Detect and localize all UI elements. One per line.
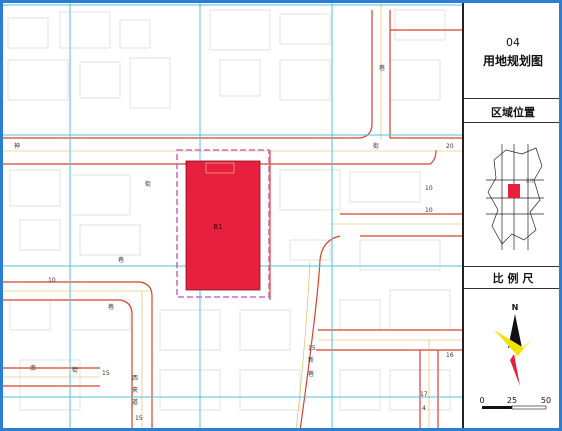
street-label-t20: 巷 — [308, 370, 314, 378]
parcel-b1 — [185, 160, 261, 291]
locator-highlight — [508, 184, 520, 198]
street-label-t2: 街 — [373, 142, 379, 150]
street-label-t15: 西 — [132, 375, 138, 382]
street-label-t14: 15 — [102, 370, 110, 377]
divider — [464, 122, 562, 123]
street-label-t13: 街 — [72, 366, 78, 374]
street-label-t6: 巷 — [379, 64, 385, 72]
map-title: 用地规划图 — [482, 54, 543, 68]
street-label-t23: 4 — [422, 405, 426, 412]
street-label-t7: 街 — [145, 180, 151, 188]
street-label-t19: 新 — [308, 356, 314, 364]
street-label-t22: 17 — [420, 391, 428, 398]
location-heading: 区域位置 — [491, 106, 535, 119]
north-arrow: N — [494, 303, 534, 386]
street-label-t3: 20 — [446, 143, 454, 150]
legend-panel: 04 用地规划图 区域位置 区位 比 例 尺 N 0 25 50 — [462, 0, 562, 431]
divider — [464, 266, 562, 267]
street-label-t9: 10 — [48, 277, 56, 284]
street-label-t11: 15 — [308, 345, 316, 352]
street-label-t16: 夹 — [132, 386, 138, 394]
scale-heading: 比 例 尺 — [492, 272, 534, 285]
street-label-t1: 神 — [14, 142, 20, 150]
divider — [464, 288, 562, 289]
map-canvas: B1 神街 201010巷街巷10巷15南街 15西夹道15新巷16174 — [0, 0, 462, 431]
street-label-t21: 16 — [446, 352, 454, 359]
north-label: N — [512, 303, 519, 312]
scale-tick-50: 50 — [541, 396, 551, 405]
scale-bar: 0 25 50 — [479, 396, 551, 410]
street-label-t4: 10 — [425, 185, 433, 192]
locator-map: 区位 — [486, 144, 544, 250]
street-label-t18: 15 — [135, 415, 143, 422]
street-label-t8: 巷 — [118, 256, 124, 264]
scale-tick-25: 25 — [507, 396, 517, 405]
divider — [464, 98, 562, 99]
scale-tick-0: 0 — [479, 396, 484, 405]
locator-label: 区位 — [526, 177, 534, 183]
street-label-t12: 南 — [30, 364, 36, 372]
map-number: 04 — [506, 36, 520, 49]
street-label-t17: 道 — [132, 398, 138, 406]
land-use-plan-map: B1 神街 20 10 10 巷街巷 10 巷 15 南街 15 西夹道 15 新巷 16 17 4 04 用… — [0, 0, 562, 431]
street-label-t10: 巷 — [108, 303, 114, 311]
street-label-t5: 10 — [425, 207, 433, 214]
parcel-label: B1 — [213, 223, 222, 231]
